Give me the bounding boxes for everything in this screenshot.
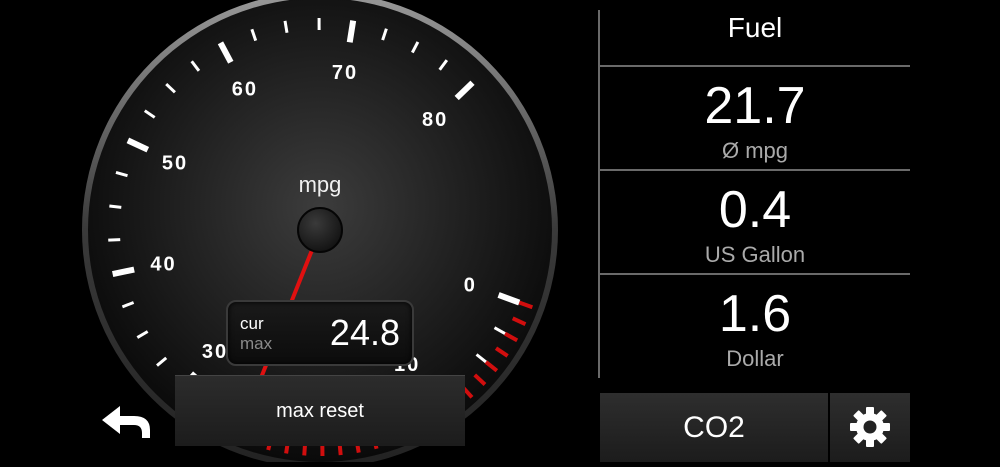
- minor-tick: [108, 240, 120, 241]
- gallons-unit: US Gallon: [600, 242, 910, 268]
- co2-label: CO2: [600, 393, 828, 462]
- readout-value: 24.8: [330, 312, 400, 354]
- back-arrow-icon: [96, 398, 156, 450]
- minor-tick: [109, 206, 121, 207]
- scale-label-80: 80: [422, 109, 448, 131]
- divider: [600, 169, 910, 171]
- dollar-value: 1.6: [600, 284, 910, 344]
- gear-icon: [830, 393, 910, 462]
- back-button[interactable]: [96, 398, 156, 450]
- co2-button[interactable]: CO2: [600, 393, 828, 462]
- max-reset-button[interactable]: max reset: [175, 375, 465, 446]
- fuel-gauge: 01020304050607080 mpg cur max 24.8 max r…: [0, 0, 600, 462]
- major-tick: [350, 21, 353, 43]
- minor-tick: [285, 21, 287, 33]
- current-readout: cur max 24.8: [226, 300, 414, 366]
- max-reset-label: max reset: [175, 376, 465, 446]
- scale-label-50: 50: [162, 152, 188, 174]
- scale-label-30: 30: [202, 341, 228, 363]
- scale-label-60: 60: [232, 79, 258, 101]
- scale-label-70: 70: [332, 62, 358, 84]
- gauge-unit-label: mpg: [270, 172, 370, 198]
- readout-max-label: max: [240, 334, 272, 354]
- avg-mpg-unit: Ø mpg: [600, 138, 910, 164]
- dollar-unit: Dollar: [600, 346, 910, 372]
- fuel-title: Fuel: [600, 12, 910, 44]
- scale-label-40: 40: [150, 253, 176, 275]
- needle-hub: [298, 208, 342, 252]
- avg-mpg-value: 21.7: [600, 76, 910, 136]
- divider: [600, 273, 910, 275]
- scale-label-0: 0: [464, 275, 477, 297]
- settings-button[interactable]: [830, 393, 910, 462]
- gallons-value: 0.4: [600, 180, 910, 240]
- divider: [600, 65, 910, 67]
- readout-cur-label: cur: [240, 314, 264, 334]
